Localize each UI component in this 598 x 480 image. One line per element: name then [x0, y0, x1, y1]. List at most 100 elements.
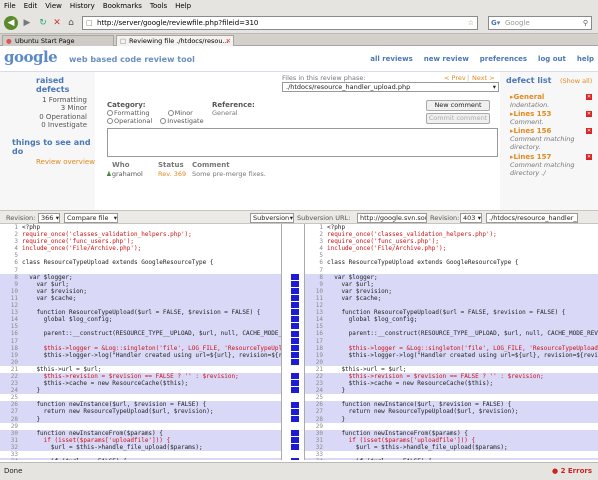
line-number: 12	[315, 302, 323, 310]
search-icon[interactable]: ⚲	[583, 17, 588, 29]
code-text: var $url;	[22, 280, 69, 288]
prev-link[interactable]: < Prev	[444, 74, 466, 82]
new-comment-button[interactable]: New comment	[426, 100, 490, 111]
file-select[interactable]: ./htdocs/resource_handler_upload.php ▾	[282, 82, 499, 92]
diff-change-marker[interactable]	[291, 373, 299, 380]
diff-change-marker[interactable]	[291, 380, 299, 387]
radio-minor[interactable]	[167, 110, 174, 116]
error-indicator[interactable]: ● 2 Errors	[552, 467, 592, 475]
review-overview-link[interactable]: Review overview	[36, 158, 95, 166]
diff-change-marker[interactable]	[291, 295, 299, 301]
line-number: 6	[14, 259, 18, 267]
show-all-link[interactable]: (Show all)	[560, 77, 592, 85]
menu-file[interactable]: File	[4, 2, 16, 10]
stop-icon[interactable]: ✕	[50, 16, 64, 30]
diff-change-marker[interactable]	[291, 344, 299, 351]
url-bar[interactable]: □ http://server/google/reviewfile.php?fi…	[82, 16, 478, 30]
diff-change-marker[interactable]	[291, 358, 299, 365]
reference-label: Reference:	[212, 101, 255, 109]
right-revision-select[interactable]: 403 ▾	[460, 213, 482, 223]
diff-change-marker[interactable]	[291, 309, 299, 316]
nav-log-out[interactable]: log out	[538, 55, 566, 63]
code-text: include_once('File/Archive.php');	[22, 245, 142, 253]
svn-url-input[interactable]: http://google.svn.sourcefor	[357, 213, 427, 223]
delete-defect-icon[interactable]: ✕	[586, 94, 592, 100]
reload-icon[interactable]: ↻	[36, 16, 50, 30]
code-line: 33	[0, 451, 281, 458]
diff-change-marker[interactable]	[291, 387, 299, 394]
menu-tools[interactable]: Tools	[150, 2, 167, 10]
line-number: 8	[14, 273, 18, 281]
tab-reviewing-file[interactable]: □ Reviewing file ./htdocs/resou... ✕	[116, 35, 234, 46]
defect-item-lines-156[interactable]: ▸Lines 156	[510, 127, 551, 135]
diff-change-marker[interactable]	[291, 323, 299, 330]
code-line: 19 $this->logger->log("Handler created u…	[0, 351, 281, 359]
diff-change-marker[interactable]	[291, 401, 299, 408]
commit-comment-button[interactable]: Commit comment	[426, 113, 490, 124]
radio-investigate[interactable]	[160, 118, 167, 124]
menu-help[interactable]: Help	[175, 2, 191, 10]
menu-history[interactable]: History	[70, 2, 95, 10]
code-line: 16 parent::__construct(RESOURCE_TYPE__UP…	[0, 330, 281, 338]
radio-operational[interactable]	[107, 118, 113, 124]
diff-change-marker[interactable]	[291, 337, 299, 344]
code-text: function newInstance($url, $revision = F…	[327, 401, 512, 409]
code-text: var $cache;	[22, 294, 77, 302]
defect-item-lines-153[interactable]: ▸Lines 153	[510, 110, 551, 118]
nav-help[interactable]: help	[577, 55, 594, 63]
diff-change-marker[interactable]	[291, 351, 299, 358]
right-file-select[interactable]: ./htdocs/resource_handler_u	[486, 213, 578, 223]
right-code-pane[interactable]: 1 <?php 2 require_once('classes_validation_…	[305, 224, 598, 460]
menu-bookmarks[interactable]: Bookmarks	[103, 2, 142, 10]
delete-defect-icon[interactable]: ✕	[586, 128, 592, 134]
back-icon[interactable]: ◀	[4, 16, 18, 30]
line-number: 17	[10, 337, 18, 345]
app-logo[interactable]: google	[4, 48, 58, 66]
subversion-select[interactable]: Subversion ▾	[250, 213, 294, 223]
close-tab-icon[interactable]: ✕	[226, 36, 231, 46]
defect-item-lines-157[interactable]: ▸Lines 157	[510, 153, 551, 161]
compare-select[interactable]: Compare file ▾	[64, 213, 118, 223]
diff-change-marker[interactable]	[291, 437, 299, 443]
diff-change-marker[interactable]	[291, 302, 299, 309]
diff-change-marker[interactable]	[291, 458, 299, 460]
nav-preferences[interactable]: preferences	[480, 55, 527, 63]
diff-change-marker[interactable]	[291, 415, 299, 422]
delete-defect-icon[interactable]: ✕	[586, 154, 592, 160]
diff-change-marker[interactable]	[291, 287, 299, 294]
code-text: global $log_config;	[22, 316, 113, 324]
diff-change-marker[interactable]	[291, 316, 299, 323]
code-line: 20	[0, 358, 281, 366]
defect-item-general[interactable]: ▸General	[510, 93, 544, 101]
left-code-pane[interactable]: 1 <?php 2 require_once('classes_validation_…	[0, 224, 282, 460]
diff-change-marker[interactable]	[291, 444, 299, 451]
left-revision-select[interactable]: 366 ▾	[38, 213, 60, 223]
code-line: 13 function ResourceTypeUpload($url = FA…	[0, 309, 281, 317]
code-text: $this->revision = $revision == FALSE ? '…	[22, 372, 239, 380]
code-line: 16 parent::__construct(RESOURCE_TYPE__UP…	[305, 330, 598, 338]
diff-change-marker[interactable]	[291, 330, 299, 337]
next-link[interactable]: Next >	[472, 74, 495, 82]
diff-change-marker[interactable]	[291, 273, 299, 280]
menu-view[interactable]: View	[45, 2, 62, 10]
bookmark-star-icon[interactable]: ☆	[468, 17, 474, 29]
code-line: 5	[305, 252, 598, 259]
line-number: 18	[315, 344, 323, 352]
search-input[interactable]: G▾ Google ⚲	[488, 16, 592, 30]
diff-change-marker[interactable]	[291, 429, 299, 436]
radio-formatting[interactable]	[107, 110, 113, 116]
nav-new-review[interactable]: new review	[424, 55, 469, 63]
code-text: include_once('File/Archive.php');	[327, 245, 447, 253]
comment-textarea[interactable]	[107, 128, 498, 157]
home-icon[interactable]: ⌂	[64, 16, 78, 30]
code-text: var $logger;	[327, 273, 378, 281]
menu-edit[interactable]: Edit	[24, 2, 38, 10]
line-number: 21	[10, 365, 18, 373]
diff-overview-gutter[interactable]	[283, 224, 305, 460]
nav-all-reviews[interactable]: all reviews	[370, 55, 413, 63]
tab-ubuntu-start[interactable]: ● Ubuntu Start Page	[2, 35, 114, 46]
diff-change-marker[interactable]	[291, 408, 299, 415]
diff-change-marker[interactable]	[291, 280, 299, 287]
forward-icon[interactable]: ▶	[20, 16, 34, 30]
delete-defect-icon[interactable]: ✕	[586, 111, 592, 117]
